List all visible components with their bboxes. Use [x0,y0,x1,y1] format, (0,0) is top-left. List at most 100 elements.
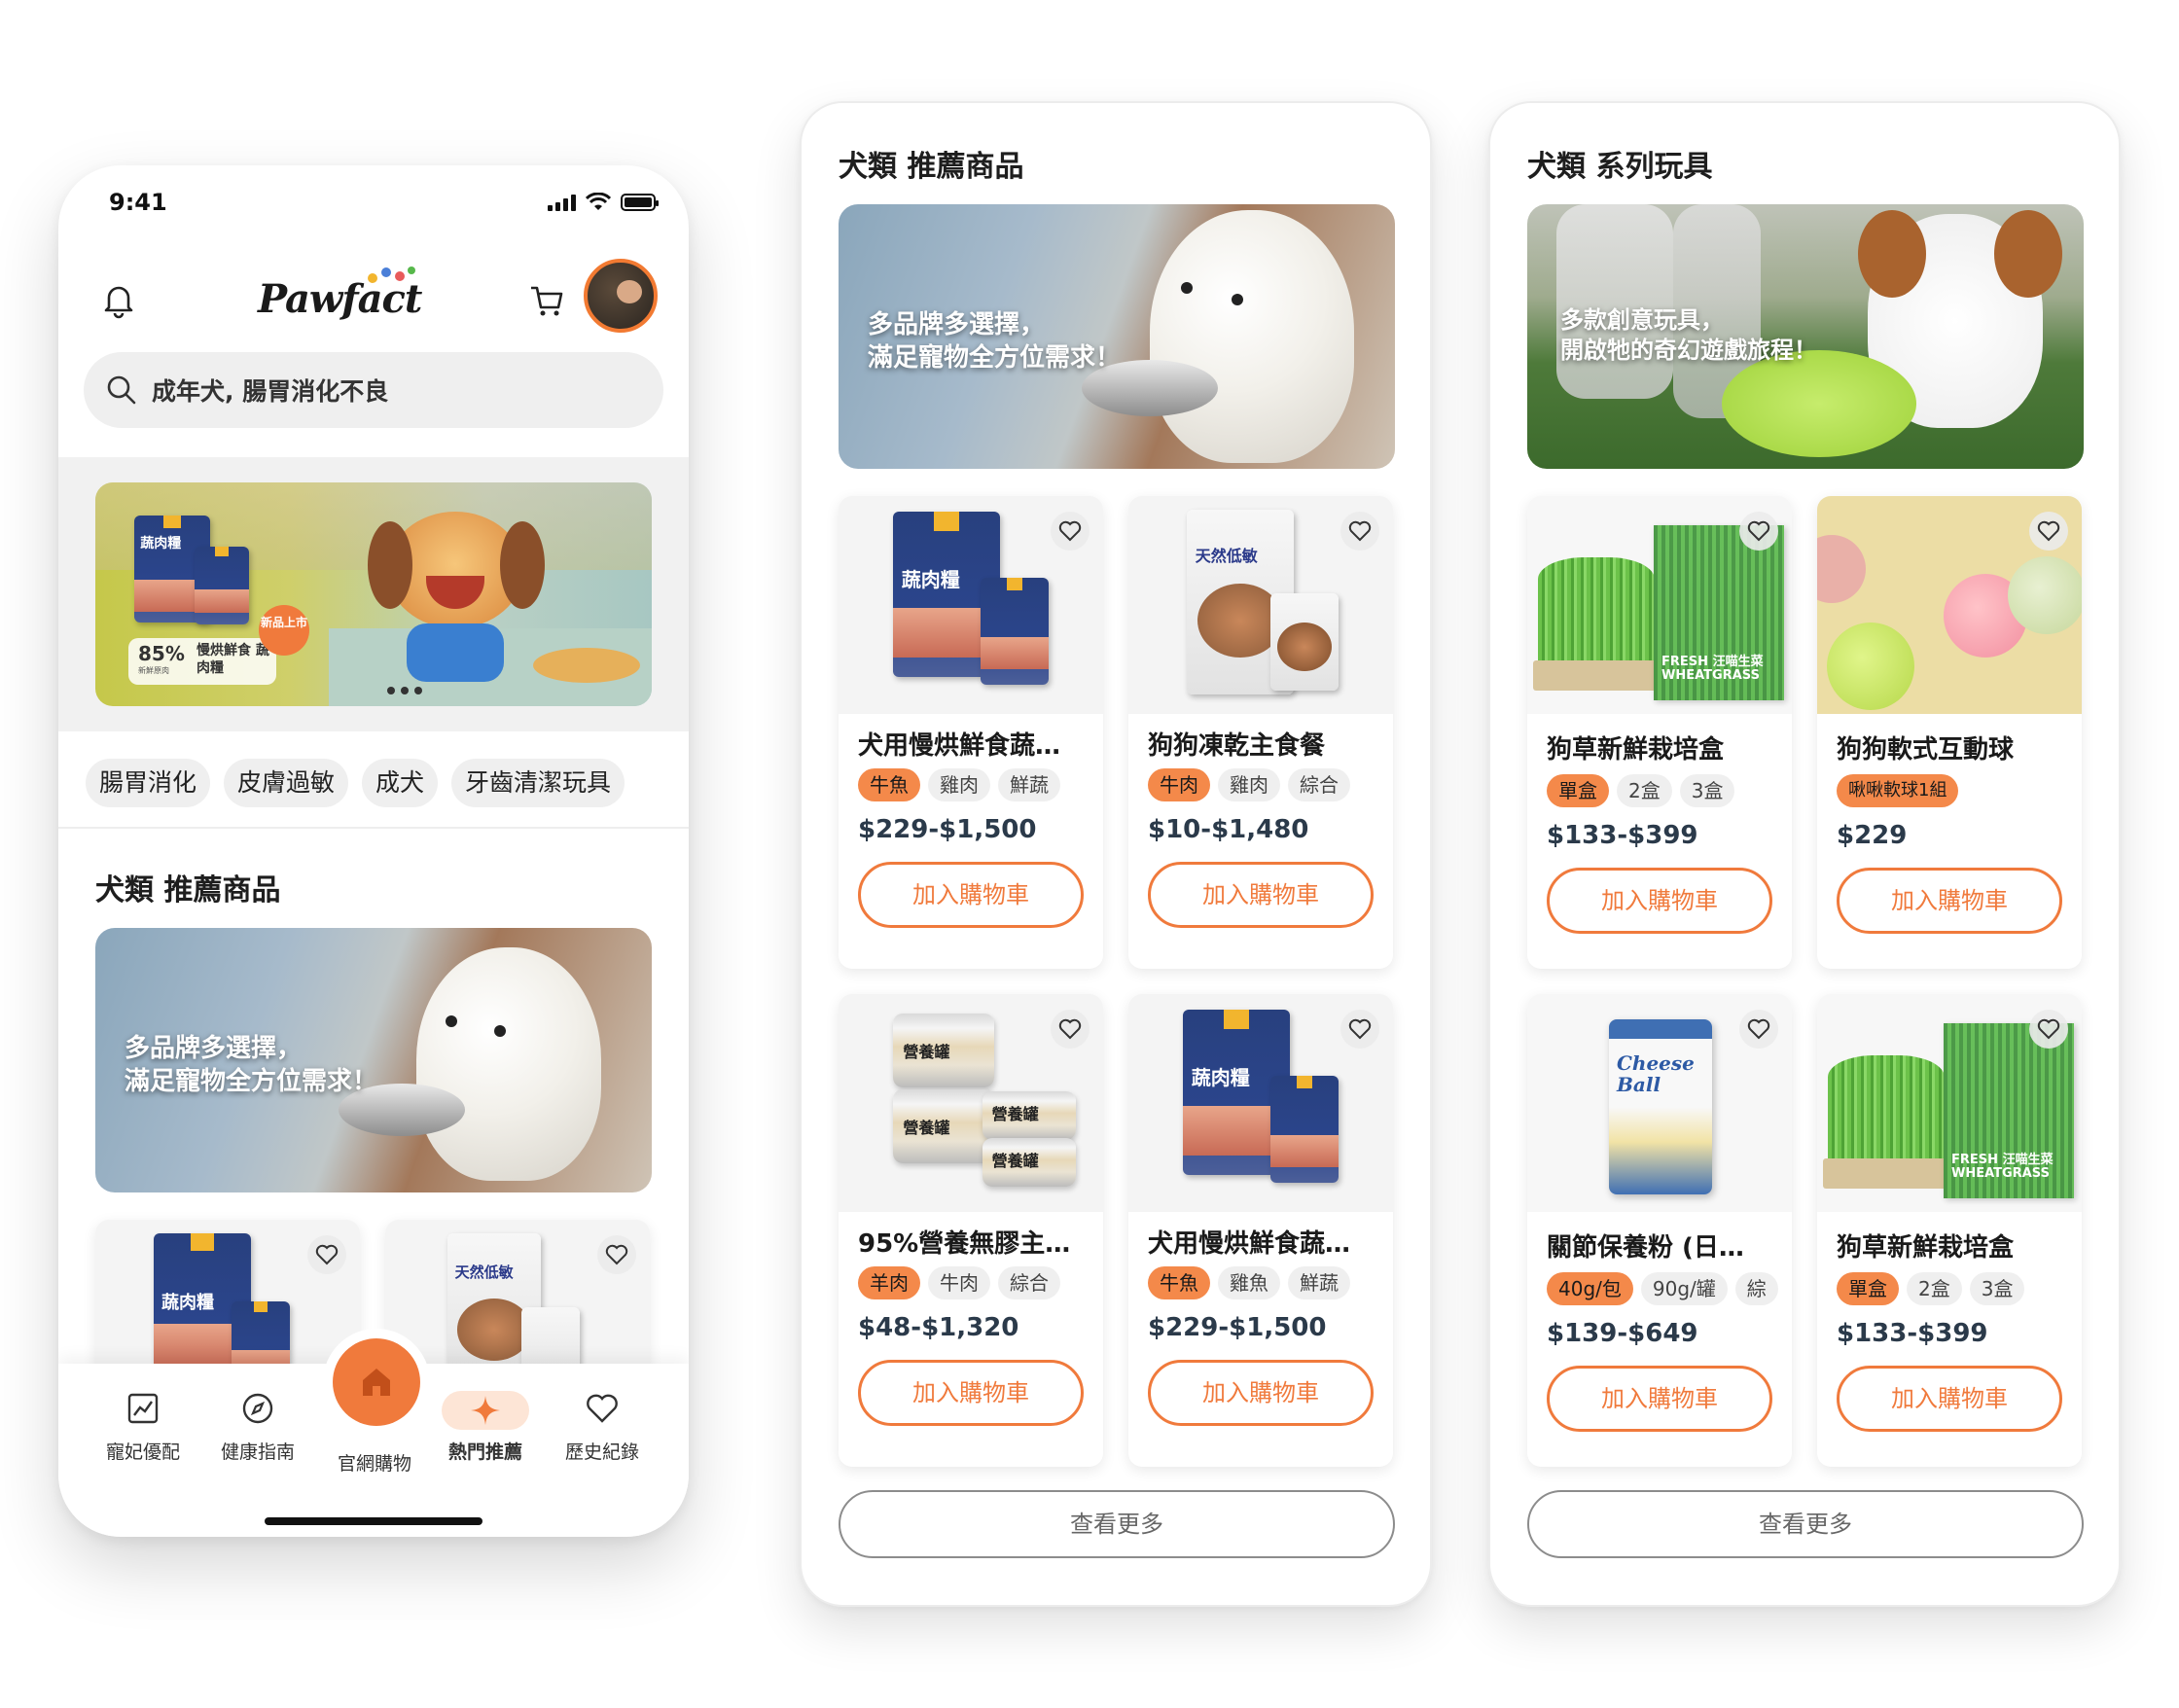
heart-icon [587,1394,618,1423]
sparkle-icon [471,1396,500,1425]
variant-tag[interactable]: 鮮蔬 [1288,1266,1350,1299]
variant-tag[interactable]: 40g/包 [1547,1272,1633,1305]
favorite-icon[interactable] [1340,512,1379,551]
add-to-cart-button[interactable]: 加入購物車 [858,1360,1084,1426]
divider [58,827,689,829]
home-icon [363,1369,390,1396]
search-bar[interactable]: 成年犬, 腸胃消化不良 [84,352,663,428]
promo-banner[interactable]: 蔬肉糧 85% 新鮮原肉 慢烘鮮食 蔬肉糧 新品上市 [95,482,652,706]
product-card[interactable]: 蔬肉糧 犬用慢烘鮮食蔬… 牛魚 雞魚 鮮蔬 $229-$1,500 加入購物車 [1128,994,1393,1467]
variant-tags: 羊肉 牛肉 綜合 [858,1266,1101,1299]
add-to-cart-button[interactable]: 加入購物車 [1148,862,1374,928]
favorite-icon[interactable] [2029,512,2068,551]
bottom-nav: 寵妃優配 健康指南 官網購物 熱門推薦 歷史紀錄 [58,1338,689,1537]
variant-tag[interactable]: 3盒 [1969,1272,2025,1305]
variant-tag[interactable]: 鮮蔬 [998,768,1060,801]
nav-item-health-guide[interactable]: 健康指南 [204,1391,311,1464]
variant-tag[interactable]: 單盒 [1837,1272,1899,1305]
variant-tags: 牛魚 雞肉 鮮蔬 [858,768,1101,801]
bell-icon[interactable] [99,280,138,319]
add-to-cart-button[interactable]: 加入購物車 [1148,1360,1374,1426]
variant-tag[interactable]: 2盒 [1907,1272,1962,1305]
nav-home-button[interactable] [333,1338,420,1426]
hero-banner[interactable]: 多品牌多選擇， 滿足寵物全方位需求！ [839,204,1395,469]
view-more-button[interactable]: 查看更多 [1527,1490,2084,1558]
product-card[interactable]: 營養罐 營養罐 營養罐 營養罐 95%營養無膠主… 羊肉 牛肉 綜合 $48-$… [839,994,1103,1467]
chip-digestion[interactable]: 腸胃消化 [86,759,211,807]
nav-item-trending[interactable]: 熱門推薦 [432,1391,539,1464]
phone-screen: 9:41 Pawfact 成年犬, 腸胃消化不良 蔬肉糧 85% 新鮮原肉 慢烘… [58,165,689,1537]
add-to-cart-button[interactable]: 加入購物車 [858,862,1084,928]
product-name: 狗草新鮮栽培盒 [1837,1233,2015,1263]
favorite-icon[interactable] [597,1235,636,1274]
nav-item-history[interactable]: 歷史紀錄 [549,1391,656,1464]
app-logo: Pawfact [258,263,472,331]
variant-tag[interactable]: 綜合 [998,1266,1060,1299]
chip-dental-toys[interactable]: 牙齒清潔玩具 [451,759,625,807]
add-to-cart-button[interactable]: 加入購物車 [1837,1366,2062,1432]
favorite-icon[interactable] [1051,1010,1090,1049]
mascot-sweater [407,623,504,682]
product-price: $48-$1,320 [858,1313,1019,1342]
avatar[interactable] [584,259,658,333]
product-card[interactable]: 狗狗軟式互動球 啾啾軟球1組 $229 加入購物車 [1817,496,2082,969]
product-name: 95%營養無膠主… [858,1229,1071,1259]
cart-icon[interactable] [527,280,568,319]
product-price: $133-$399 [1547,821,1698,850]
add-to-cart-button[interactable]: 加入購物車 [1837,868,2062,934]
favorite-icon[interactable] [307,1235,346,1274]
recommended-panel: 犬類 推薦商品 多品牌多選擇， 滿足寵物全方位需求！ 蔬肉糧 犬用慢烘鮮食蔬… 牛… [800,101,1432,1607]
variant-tags: 單盒 2盒 3盒 [1547,774,1790,807]
compass-icon [242,1393,273,1424]
variant-tag[interactable]: 3盒 [1679,774,1735,807]
variant-tag[interactable]: 單盒 [1547,774,1609,807]
favorite-icon[interactable] [1739,1010,1778,1049]
chip-skin-allergy[interactable]: 皮膚過敏 [224,759,349,807]
nav-item-pet-match[interactable]: 寵妃優配 [89,1391,196,1464]
add-to-cart-button[interactable]: 加入購物車 [1547,1366,1772,1432]
hero-banner[interactable]: 多款創意玩具， 開啟牠的奇幻遊戲旅程！ [1527,204,2084,469]
hero-text: 多品牌多選擇， 滿足寵物全方位需求！ [125,1034,378,1096]
search-icon [107,375,136,405]
product-card[interactable]: 天然低敏 狗狗凍乾主食餐 牛肉 雞肉 綜合 $10-$1,480 加入購物車 [1128,496,1393,969]
variant-tags: 牛魚 雞魚 鮮蔬 [1148,1266,1391,1299]
variant-tag[interactable]: 2盒 [1617,774,1672,807]
view-more-button[interactable]: 查看更多 [839,1490,1395,1558]
panel-title: 犬類 推薦商品 [839,150,1024,184]
variant-tag[interactable]: 羊肉 [858,1266,920,1299]
variant-tag[interactable]: 牛魚 [1148,1266,1210,1299]
nav-item-shop[interactable]: 官網購物 [321,1449,428,1476]
variant-tag[interactable]: 雞肉 [1218,768,1280,801]
product-card[interactable]: 蔬肉糧 犬用慢烘鮮食蔬… 牛魚 雞肉 鮮蔬 $229-$1,500 加入購物車 [839,496,1103,969]
hero-banner[interactable]: 多品牌多選擇， 滿足寵物全方位需求！ [95,928,652,1192]
favorite-icon[interactable] [2029,1010,2068,1049]
search-input[interactable]: 成年犬, 腸胃消化不良 [152,373,388,408]
variant-tag[interactable]: 90g/罐 [1640,1272,1728,1305]
variant-tag[interactable]: 雞魚 [1218,1266,1280,1299]
variant-tag[interactable]: 牛魚 [858,768,920,801]
product-card[interactable]: FRESH 汪喵生菜 WHEATGRASS 狗草新鮮栽培盒 單盒 2盒 3盒 $… [1817,994,2082,1467]
favorite-icon[interactable] [1340,1010,1379,1049]
toy-ball [2008,556,2082,634]
chip-adult-dog[interactable]: 成犬 [362,759,439,807]
product-card[interactable]: FRESH 汪喵生菜 WHEATGRASS 狗草新鮮栽培盒 單盒 2盒 3盒 $… [1527,496,1792,969]
variant-tag[interactable]: 綜 [1734,1272,1778,1305]
product-card[interactable]: Cheese Ball 關節保養粉 (日… 40g/包 90g/罐 綜 $139… [1527,994,1792,1467]
hero-dog [1150,210,1354,463]
add-to-cart-button[interactable]: 加入購物車 [1547,868,1772,934]
toy-ball [1827,623,1914,710]
favorite-icon[interactable] [1739,512,1778,551]
carousel-dots[interactable] [387,687,422,694]
variant-tag[interactable]: 雞肉 [928,768,990,801]
favorite-icon[interactable] [1051,512,1090,551]
person-legs [1556,204,1673,399]
mascot-ear-left [368,521,412,609]
variant-tag[interactable]: 啾啾軟球1組 [1837,774,1959,807]
new-arrival-badge: 新品上市 [259,605,309,656]
panel-title: 犬類 系列玩具 [1527,150,1713,184]
variant-tag[interactable]: 綜合 [1288,768,1350,801]
product-name: 關節保養粉 (日… [1547,1233,1744,1263]
cheese-ball-package: Cheese Ball [1609,1019,1712,1194]
variant-tag[interactable]: 牛肉 [928,1266,990,1299]
variant-tag[interactable]: 牛肉 [1148,768,1210,801]
